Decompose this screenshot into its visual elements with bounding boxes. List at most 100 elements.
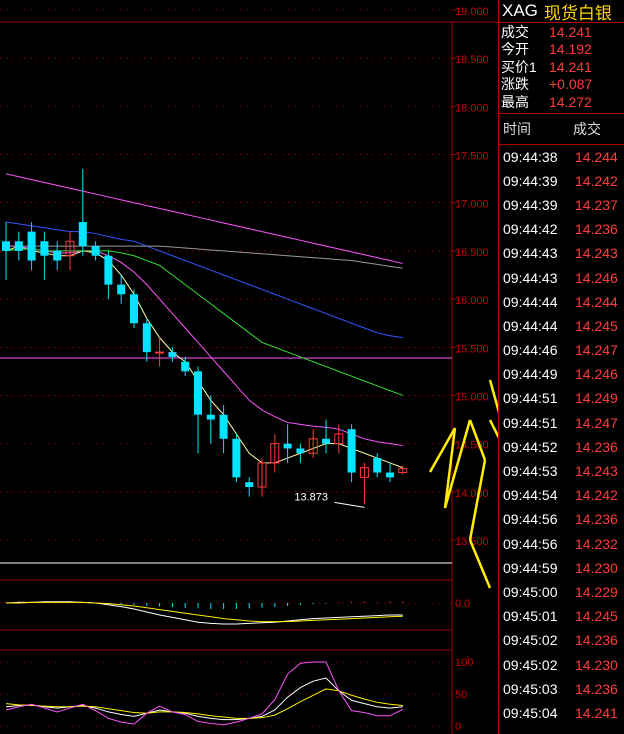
trade-time: 09:45:03 bbox=[503, 680, 558, 697]
candle-body bbox=[142, 323, 151, 353]
trade-row[interactable]: 09:44:53 14.243 bbox=[499, 459, 624, 483]
trade-row[interactable]: 09:45:02 14.230 bbox=[499, 652, 624, 676]
trade-row[interactable]: 09:44:39 14.242 bbox=[499, 169, 624, 193]
trades-header-time: 时间 bbox=[503, 120, 531, 137]
quote-value: +0.087 bbox=[549, 76, 593, 93]
candle-body bbox=[27, 231, 36, 261]
symbol-label: XAG bbox=[502, 1, 538, 20]
trade-price: 14.237 bbox=[575, 196, 618, 213]
y-tick-label: 19.000 bbox=[455, 6, 489, 18]
trade-time: 09:44:51 bbox=[503, 414, 558, 431]
trade-price: 14.230 bbox=[575, 656, 618, 673]
quote-row-bid: 买价1 14.241 bbox=[499, 58, 624, 76]
y-tick-label: 18.000 bbox=[455, 102, 489, 114]
trade-row[interactable]: 09:44:44 14.244 bbox=[499, 290, 624, 314]
candle-body bbox=[219, 414, 228, 439]
trade-row[interactable]: 09:44:49 14.246 bbox=[499, 362, 624, 386]
trade-time: 09:44:44 bbox=[503, 317, 558, 334]
quote-value: 14.192 bbox=[549, 41, 592, 58]
ma-line bbox=[5, 221, 403, 339]
trade-row[interactable]: 09:44:39 14.237 bbox=[499, 193, 624, 217]
candle-body bbox=[322, 438, 330, 444]
trade-row[interactable]: 09:44:38 14.244 bbox=[499, 145, 624, 169]
ma-line bbox=[6, 245, 403, 447]
quote-panel: XAG 现货白银 成交 14.241 今开 14.192 买价1 14.241 … bbox=[498, 0, 624, 734]
kdj-d-line bbox=[5, 688, 403, 719]
candle-body bbox=[14, 241, 23, 251]
candle-body bbox=[53, 250, 62, 261]
annotation-arrow bbox=[488, 419, 498, 439]
y-tick-label: 17.500 bbox=[455, 151, 489, 163]
trade-row[interactable]: 09:45:04 14.241 bbox=[499, 701, 624, 725]
trade-time: 09:45:00 bbox=[503, 583, 558, 600]
trade-time: 09:44:56 bbox=[503, 511, 558, 528]
trade-price: 14.241 bbox=[575, 704, 618, 721]
y-tick-label: 15.500 bbox=[455, 343, 489, 355]
quote-row-high: 最高 14.272 bbox=[499, 93, 624, 111]
trade-price: 14.242 bbox=[575, 487, 618, 504]
kdj-j-line bbox=[5, 661, 404, 726]
trade-row[interactable]: 09:44:52 14.236 bbox=[499, 435, 624, 459]
y-tick-label: 16.000 bbox=[455, 295, 489, 307]
y-tick-label: 18.500 bbox=[455, 54, 489, 66]
trade-price: 14.236 bbox=[575, 221, 618, 238]
trade-price: 14.236 bbox=[575, 680, 618, 697]
trade-row[interactable]: 09:44:56 14.232 bbox=[499, 532, 624, 556]
trade-time: 09:44:46 bbox=[503, 342, 558, 359]
trade-row[interactable]: 09:44:51 14.247 bbox=[499, 411, 624, 435]
candle-body bbox=[117, 284, 126, 295]
quote-row-last: 成交 14.241 bbox=[499, 23, 624, 41]
trade-row[interactable]: 09:44:43 14.246 bbox=[499, 265, 624, 289]
quote-title: XAG 现货白银 bbox=[499, 0, 624, 23]
trade-price: 14.247 bbox=[575, 414, 618, 431]
quote-value: 14.272 bbox=[549, 93, 592, 110]
trades-header: 时间 成交 bbox=[499, 114, 624, 145]
trade-row[interactable]: 09:44:44 14.245 bbox=[499, 314, 624, 338]
trade-row[interactable]: 09:44:43 14.243 bbox=[499, 241, 624, 265]
instrument-name: 现货白银 bbox=[543, 3, 612, 23]
annotation-arrow bbox=[468, 459, 487, 541]
quote-stats: 成交 14.241 今开 14.192 买价1 14.241 涨跌 +0.087… bbox=[499, 23, 624, 114]
trade-row[interactable]: 09:44:46 14.247 bbox=[499, 338, 624, 362]
trade-row[interactable]: 09:45:03 14.236 bbox=[499, 677, 624, 701]
quote-row-change: 涨跌 +0.087 bbox=[499, 76, 624, 94]
trade-price: 14.244 bbox=[575, 293, 618, 310]
trade-row[interactable]: 09:44:56 14.236 bbox=[499, 507, 624, 531]
candle-body bbox=[91, 246, 100, 256]
trade-row[interactable]: 09:44:59 14.230 bbox=[499, 556, 624, 580]
kdj-k-line bbox=[5, 677, 403, 721]
trade-time: 09:45:02 bbox=[503, 656, 558, 673]
trade-row[interactable]: 09:44:42 14.236 bbox=[499, 217, 624, 241]
trade-row[interactable]: 09:44:54 14.242 bbox=[499, 483, 624, 507]
trade-price: 14.245 bbox=[575, 317, 618, 334]
trade-price: 14.236 bbox=[575, 438, 618, 455]
candle-body bbox=[296, 448, 305, 454]
quote-label: 最高 bbox=[501, 93, 529, 110]
y-tick-label: 16.500 bbox=[455, 247, 489, 259]
trade-price: 14.249 bbox=[575, 390, 618, 407]
trade-time: 09:44:39 bbox=[503, 172, 558, 189]
kdj-tick-label: 0 bbox=[455, 721, 461, 733]
trade-time: 09:44:59 bbox=[503, 559, 558, 576]
trade-time: 09:45:02 bbox=[503, 632, 558, 649]
candle-body bbox=[232, 438, 241, 478]
candle-body bbox=[386, 472, 394, 478]
candle-body bbox=[168, 352, 177, 357]
trade-price: 14.236 bbox=[575, 511, 618, 528]
trade-list[interactable]: 09:44:38 14.244 09:44:39 14.242 09:44:39 14.2… bbox=[499, 145, 624, 726]
trade-price: 14.246 bbox=[575, 269, 618, 286]
trade-row[interactable]: 09:44:51 14.249 bbox=[499, 386, 624, 410]
trade-time: 09:44:49 bbox=[503, 366, 558, 383]
trade-time: 09:45:01 bbox=[503, 608, 558, 625]
price-chart[interactable]: 19.000 18.500 18.000 17.500 17.000 16.500 16.0… bbox=[0, 0, 498, 734]
trade-row[interactable]: 09:45:01 14.245 bbox=[499, 604, 624, 628]
candle-body bbox=[373, 458, 382, 473]
trade-price: 14.247 bbox=[575, 342, 618, 359]
candle-body bbox=[2, 241, 10, 251]
trade-row[interactable]: 09:45:00 14.229 bbox=[499, 580, 624, 604]
candle-body bbox=[245, 482, 254, 487]
candle-body bbox=[283, 443, 292, 449]
trade-time: 09:44:51 bbox=[503, 390, 558, 407]
trade-row[interactable]: 09:45:02 14.236 bbox=[499, 628, 624, 652]
trade-price: 14.242 bbox=[575, 172, 618, 189]
